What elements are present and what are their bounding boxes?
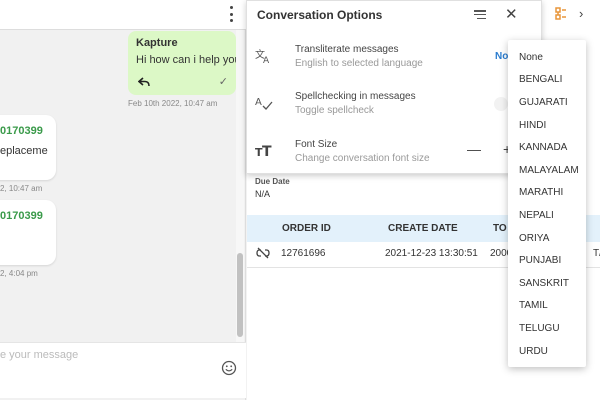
message-composer[interactable]: e your message [0,342,246,398]
table-cell: T/ [593,248,600,259]
message-timestamp: Feb 10th 2022, 10:47 am [128,99,218,108]
message-input-placeholder[interactable]: e your message [0,349,78,361]
font-size-title: Font Size [295,139,338,150]
reply-icon[interactable] [138,77,150,87]
language-option[interactable]: BENGALI [519,74,562,85]
column-header[interactable]: CREATE DATE [388,223,458,234]
language-option[interactable]: SANSKRIT [519,278,569,289]
sort-lines-icon[interactable] [474,10,486,19]
conversation-options-panel [246,0,542,174]
language-option[interactable]: TELUGU [519,323,560,334]
spellcheck-title: Spellchecking in messages [295,91,416,102]
check-icon: ✓ [218,76,228,88]
order-id-cell: 12761696 [281,248,326,259]
column-header[interactable]: ORDER ID [282,223,331,234]
column-header[interactable]: TO [493,223,507,234]
svg-text:A: A [255,97,262,108]
language-option[interactable]: ORIYA [519,233,549,244]
chevron-right-icon[interactable]: › [579,6,583,21]
due-date-value: N/A [255,189,271,199]
create-date-cell: 2021-12-23 13:30:51 [385,248,478,259]
chat-pane: Kapture Hi how can i help you ✓ Feb 10th… [0,0,246,400]
options-title: Conversation Options [257,8,383,22]
emoji-icon[interactable] [221,360,237,376]
language-option[interactable]: PUNJABI [519,255,561,266]
spellcheck-subtitle: Toggle spellcheck [295,105,374,116]
language-option[interactable]: URDU [519,346,548,357]
more-options-icon[interactable] [228,6,234,22]
language-option[interactable]: KANNADA [519,142,567,153]
ticket-icon[interactable] [553,6,569,22]
language-option[interactable]: GUJARATI [519,97,568,108]
message-sender: 0170399 [0,125,43,137]
transliterate-language-select[interactable]: No [495,51,508,62]
incoming-message: 0170399 eplacement [0,115,56,180]
unlink-icon[interactable] [256,247,270,259]
language-option[interactable]: NEPALI [519,210,554,221]
message-sender: Kapture [136,37,178,49]
message-text: Hi how can i help you [136,54,241,66]
language-option[interactable]: MALAYALAM [519,165,579,176]
language-option[interactable]: TAMIL [519,300,548,311]
translate-icon: 文 A [255,48,270,64]
spellcheck-icon: A [255,97,273,110]
language-option[interactable]: MARATHI [519,187,563,198]
spellcheck-toggle[interactable] [494,97,508,111]
message-sender: 0170399 [0,210,43,222]
language-dropdown [508,40,586,367]
transliterate-title: Transliterate messages [295,44,399,55]
incoming-message: 0170399 [0,200,56,265]
font-size-subtitle: Change conversation font size [295,153,430,164]
language-option[interactable]: None [519,52,543,63]
language-option[interactable]: HINDI [519,120,546,131]
chat-topbar [0,0,246,30]
font-size-icon: T T [255,144,272,159]
chat-scrollbar-thumb[interactable] [237,253,243,337]
svg-text:T: T [262,144,272,159]
message-timestamp: 2, 4:04 pm [0,269,38,278]
transliterate-subtitle: English to selected language [295,58,423,69]
close-icon[interactable]: ✕ [505,5,518,23]
message-timestamp: 2, 10:47 am [0,184,43,193]
due-date-label: Due Date [255,177,290,186]
decrease-font-button[interactable]: — [467,141,481,157]
svg-text:A: A [263,56,270,64]
message-text: eplacement [0,145,48,157]
outgoing-message: Kapture Hi how can i help you ✓ [128,31,241,95]
